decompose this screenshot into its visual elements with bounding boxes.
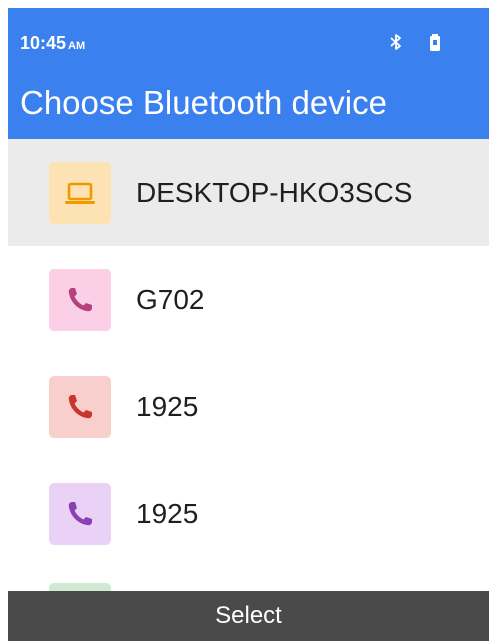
phone-icon <box>68 395 92 419</box>
device-item-1925-b[interactable]: 1925 <box>8 460 489 567</box>
device-name: 1925 <box>136 391 199 422</box>
device-item-desktop[interactable]: DESKTOP-HKO3SCS <box>8 139 489 246</box>
bluetooth-icon <box>390 34 401 50</box>
status-time-ampm: AM <box>68 40 86 52</box>
phone-icon <box>68 288 92 312</box>
device-tile <box>49 269 111 331</box>
phone-icon <box>68 502 92 526</box>
device-tile <box>49 376 111 438</box>
device-item-1925-a[interactable]: 1925 <box>8 353 489 460</box>
device-tile-partial <box>49 583 111 591</box>
app-header: 10:45 AM Choose Bluetooth device <box>8 8 489 139</box>
device-tile <box>49 162 111 224</box>
device-list: DESKTOP-HKO3SCS G702 1925 1925 <box>8 139 489 567</box>
page-title: Choose Bluetooth device <box>20 84 387 121</box>
device-item-g702[interactable]: G702 <box>8 246 489 353</box>
status-time-value: 10:45 <box>20 33 67 53</box>
status-time: 10:45 AM <box>20 33 85 54</box>
device-name: DESKTOP-HKO3SCS <box>136 177 413 208</box>
select-button[interactable]: Select <box>8 591 489 641</box>
device-name: 1925 <box>136 498 199 529</box>
laptop-icon <box>65 182 95 204</box>
battery-icon <box>430 34 440 51</box>
device-tile <box>49 483 111 545</box>
device-name: G702 <box>136 284 205 315</box>
